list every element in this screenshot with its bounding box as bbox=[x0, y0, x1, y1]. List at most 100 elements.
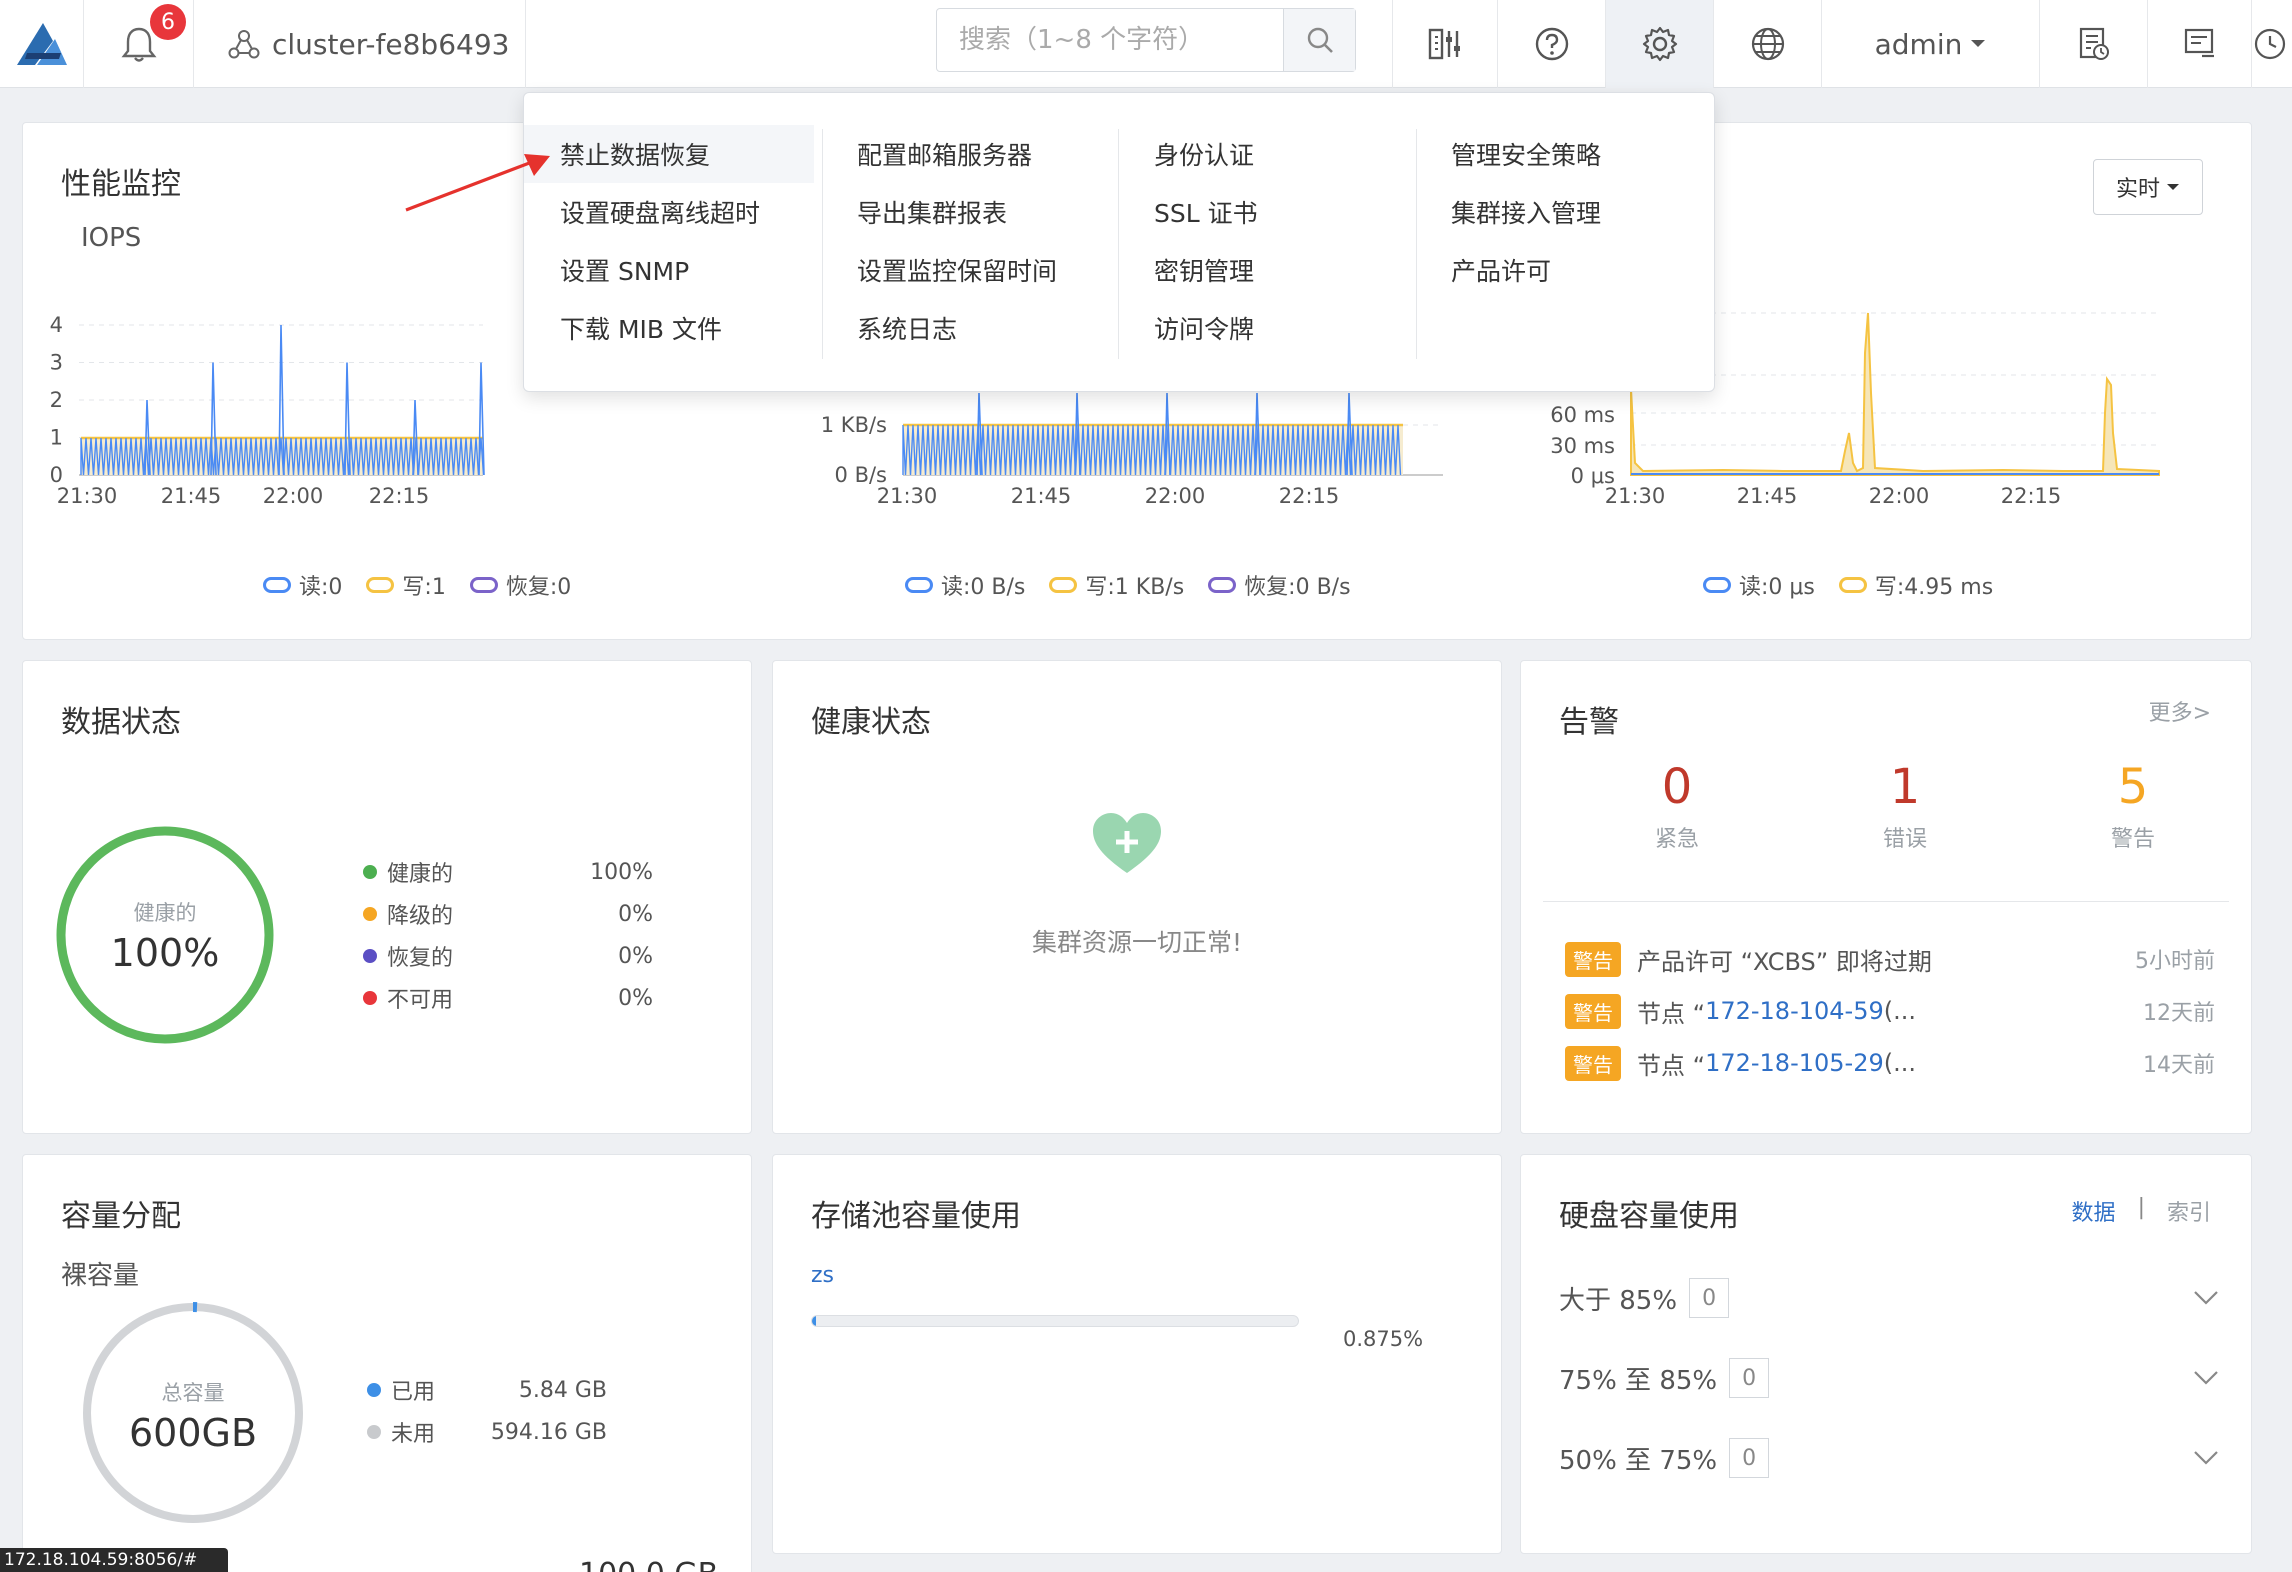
tasks-button[interactable] bbox=[2040, 0, 2148, 88]
menu-monitor-retention[interactable]: 设置监控保留时间 bbox=[821, 241, 1111, 299]
menu-product-license[interactable]: 产品许可 bbox=[1415, 241, 1705, 299]
menu-ssl-certificate[interactable]: SSL 证书 bbox=[1118, 183, 1408, 241]
status-healthy: 健康的 100% bbox=[363, 851, 653, 893]
notifications-button[interactable]: 6 bbox=[84, 0, 194, 88]
chevron-down-icon bbox=[2194, 1291, 2218, 1305]
warning-tag: 警告 bbox=[1565, 993, 1621, 1029]
tab-index[interactable]: 索引 bbox=[2167, 1195, 2211, 1227]
x-tick-label: 22:15 bbox=[1279, 484, 1340, 508]
capacity-free: 未用 594.16 GB bbox=[367, 1411, 607, 1453]
storage-pool-panel: 存储池容量使用 zs 0.875% bbox=[772, 1154, 1502, 1554]
menu-disk-offline-timeout[interactable]: 设置硬盘离线超时 bbox=[524, 183, 814, 241]
legend-recovery[interactable]: 恢复:0 bbox=[469, 569, 571, 601]
capacity-subtitle: 裸容量 bbox=[61, 1261, 140, 1291]
help-button[interactable] bbox=[1498, 0, 1606, 88]
alert-row[interactable]: 警告 节点 “172-18-104-59 (... 12天前 bbox=[1565, 991, 2215, 1031]
legend-read[interactable]: 读:0 μs bbox=[1703, 569, 1815, 601]
menu-disable-data-recovery[interactable]: 禁止数据恢复 bbox=[524, 125, 814, 183]
legend-write[interactable]: 写:1 bbox=[366, 569, 446, 601]
time-range-dropdown[interactable]: 实时 bbox=[2093, 159, 2203, 215]
warning-tag: 警告 bbox=[1565, 941, 1621, 977]
clock-button[interactable] bbox=[2252, 0, 2292, 88]
legend-recovery[interactable]: 恢复:0 B/s bbox=[1208, 569, 1351, 601]
x-tick-label: 21:30 bbox=[57, 484, 118, 508]
menu-access-token[interactable]: 访问令牌 bbox=[1118, 299, 1408, 357]
disk-row-50-75[interactable]: 50% 至 75% 0 bbox=[1559, 1433, 2219, 1483]
warning-tag: 警告 bbox=[1565, 1045, 1621, 1081]
cluster-selector[interactable]: cluster-fe8b6493 bbox=[194, 0, 526, 88]
x-tick-label: 21:30 bbox=[877, 484, 938, 508]
time-range-label: 实时 bbox=[2115, 177, 2160, 202]
alarm-more-link[interactable]: 更多> bbox=[2149, 695, 2211, 727]
globe-icon bbox=[1751, 27, 1784, 61]
chevron-down-icon bbox=[2194, 1371, 2218, 1385]
critical-count[interactable]: 0 紧急 bbox=[1617, 759, 1737, 853]
menu-system-log[interactable]: 系统日志 bbox=[821, 299, 1111, 357]
status-bar-url: 172.18.104.59:8056/# bbox=[0, 1548, 228, 1572]
search-box bbox=[936, 8, 1356, 72]
legend-read[interactable]: 读:0 bbox=[263, 569, 342, 601]
dashboard-control-icon bbox=[1428, 28, 1460, 60]
legend-write[interactable]: 写:1 KB/s bbox=[1049, 569, 1184, 601]
logo[interactable] bbox=[0, 0, 84, 88]
caret-down-icon bbox=[2167, 184, 2179, 190]
health-panel: 健康状态 集群资源一切正常! bbox=[772, 660, 1502, 1134]
iops-unit-label: IOPS bbox=[81, 223, 142, 253]
x-tick-label: 21:30 bbox=[1605, 484, 1666, 508]
error-count[interactable]: 1 错误 bbox=[1845, 759, 1965, 853]
language-button[interactable] bbox=[1714, 0, 1822, 88]
events-button[interactable] bbox=[2148, 0, 2252, 88]
status-recovering: 恢复的 0% bbox=[363, 935, 653, 977]
warning-count[interactable]: 5 警告 bbox=[2073, 759, 2193, 853]
disk-row-over-85[interactable]: 大于 85% 0 bbox=[1559, 1273, 2219, 1323]
notification-badge: 6 bbox=[150, 4, 186, 40]
health-title: 健康状态 bbox=[811, 705, 931, 740]
menu-export-report[interactable]: 导出集群报表 bbox=[821, 183, 1111, 241]
status-unavailable: 不可用 0% bbox=[363, 977, 653, 1019]
menu-mail-server[interactable]: 配置邮箱服务器 bbox=[821, 125, 1111, 183]
tab-data[interactable]: 数据 bbox=[2072, 1195, 2116, 1227]
menu-cluster-access[interactable]: 集群接入管理 bbox=[1415, 183, 1705, 241]
search-button[interactable] bbox=[1283, 9, 1355, 71]
menu-authentication[interactable]: 身份认证 bbox=[1118, 125, 1408, 183]
caret-down-icon bbox=[1971, 40, 1986, 47]
monitor-button[interactable] bbox=[1392, 0, 1498, 88]
disk-title: 硬盘容量使用 bbox=[1559, 1199, 1739, 1234]
disk-row-75-85[interactable]: 75% 至 85% 0 bbox=[1559, 1353, 2219, 1403]
pool-usage-pct: 0.875% bbox=[1343, 1327, 1424, 1351]
disk-tabs: 数据 | 索引 bbox=[2072, 1195, 2211, 1227]
menu-key-management[interactable]: 密钥管理 bbox=[1118, 241, 1408, 299]
user-menu[interactable]: admin bbox=[1822, 0, 2040, 88]
y-tick-label: 4 bbox=[50, 313, 63, 337]
capacity-title: 容量分配 bbox=[61, 1199, 181, 1234]
gear-icon bbox=[1642, 26, 1677, 62]
menu-column-2: 配置邮箱服务器 导出集群报表 设置监控保留时间 系统日志 bbox=[821, 125, 1111, 357]
menu-snmp[interactable]: 设置 SNMP bbox=[524, 241, 814, 299]
alert-row[interactable]: 警告 产品许可 “XCBS” 即将过期 5小时前 bbox=[1565, 939, 2215, 979]
settings-button[interactable] bbox=[1606, 0, 1714, 88]
search-input[interactable] bbox=[937, 9, 1283, 71]
pool-usage-bar bbox=[811, 1315, 1299, 1327]
y-tick-label: 2 bbox=[50, 388, 63, 412]
x-tick-label: 21:45 bbox=[1011, 484, 1072, 508]
data-status-list: 健康的 100% 降级的 0% 恢复的 0% 不可用 0% bbox=[363, 851, 653, 1019]
capacity-bottom-value: 100.0 GB bbox=[579, 1557, 718, 1572]
bell-icon bbox=[121, 27, 156, 62]
capacity-ring-value: 600GB bbox=[128, 1411, 258, 1455]
pool-name[interactable]: zs bbox=[811, 1263, 834, 1288]
alarm-panel: 告警 更多> 0 紧急 1 错误 5 警告 警告 产品许可 “XCBS” 即将过… bbox=[1520, 660, 2252, 1134]
task-list-icon bbox=[2079, 27, 2109, 60]
event-log-icon bbox=[2184, 28, 2214, 58]
menu-download-mib[interactable]: 下载 MIB 文件 bbox=[524, 299, 814, 357]
legend-write[interactable]: 写:4.95 ms bbox=[1838, 569, 1993, 601]
x-tick-label: 22:15 bbox=[2001, 484, 2062, 508]
menu-security-policy[interactable]: 管理安全策略 bbox=[1415, 125, 1705, 183]
alarm-title: 告警 bbox=[1559, 705, 1619, 740]
latency-legend: 读:0 μs 写:4.95 ms bbox=[1703, 569, 1993, 601]
disk-usage-panel: 硬盘容量使用 数据 | 索引 大于 85% 0 75% 至 85% 0 50% 至 … bbox=[1520, 1154, 2252, 1554]
status-degraded: 降级的 0% bbox=[363, 893, 653, 935]
alert-row[interactable]: 警告 节点 “172-18-105-29 (... 14天前 bbox=[1565, 1043, 2215, 1083]
bandwidth-legend: 读:0 B/s 写:1 KB/s 恢复:0 B/s bbox=[905, 569, 1351, 601]
data-status-title: 数据状态 bbox=[61, 705, 181, 740]
legend-read[interactable]: 读:0 B/s bbox=[905, 569, 1025, 601]
